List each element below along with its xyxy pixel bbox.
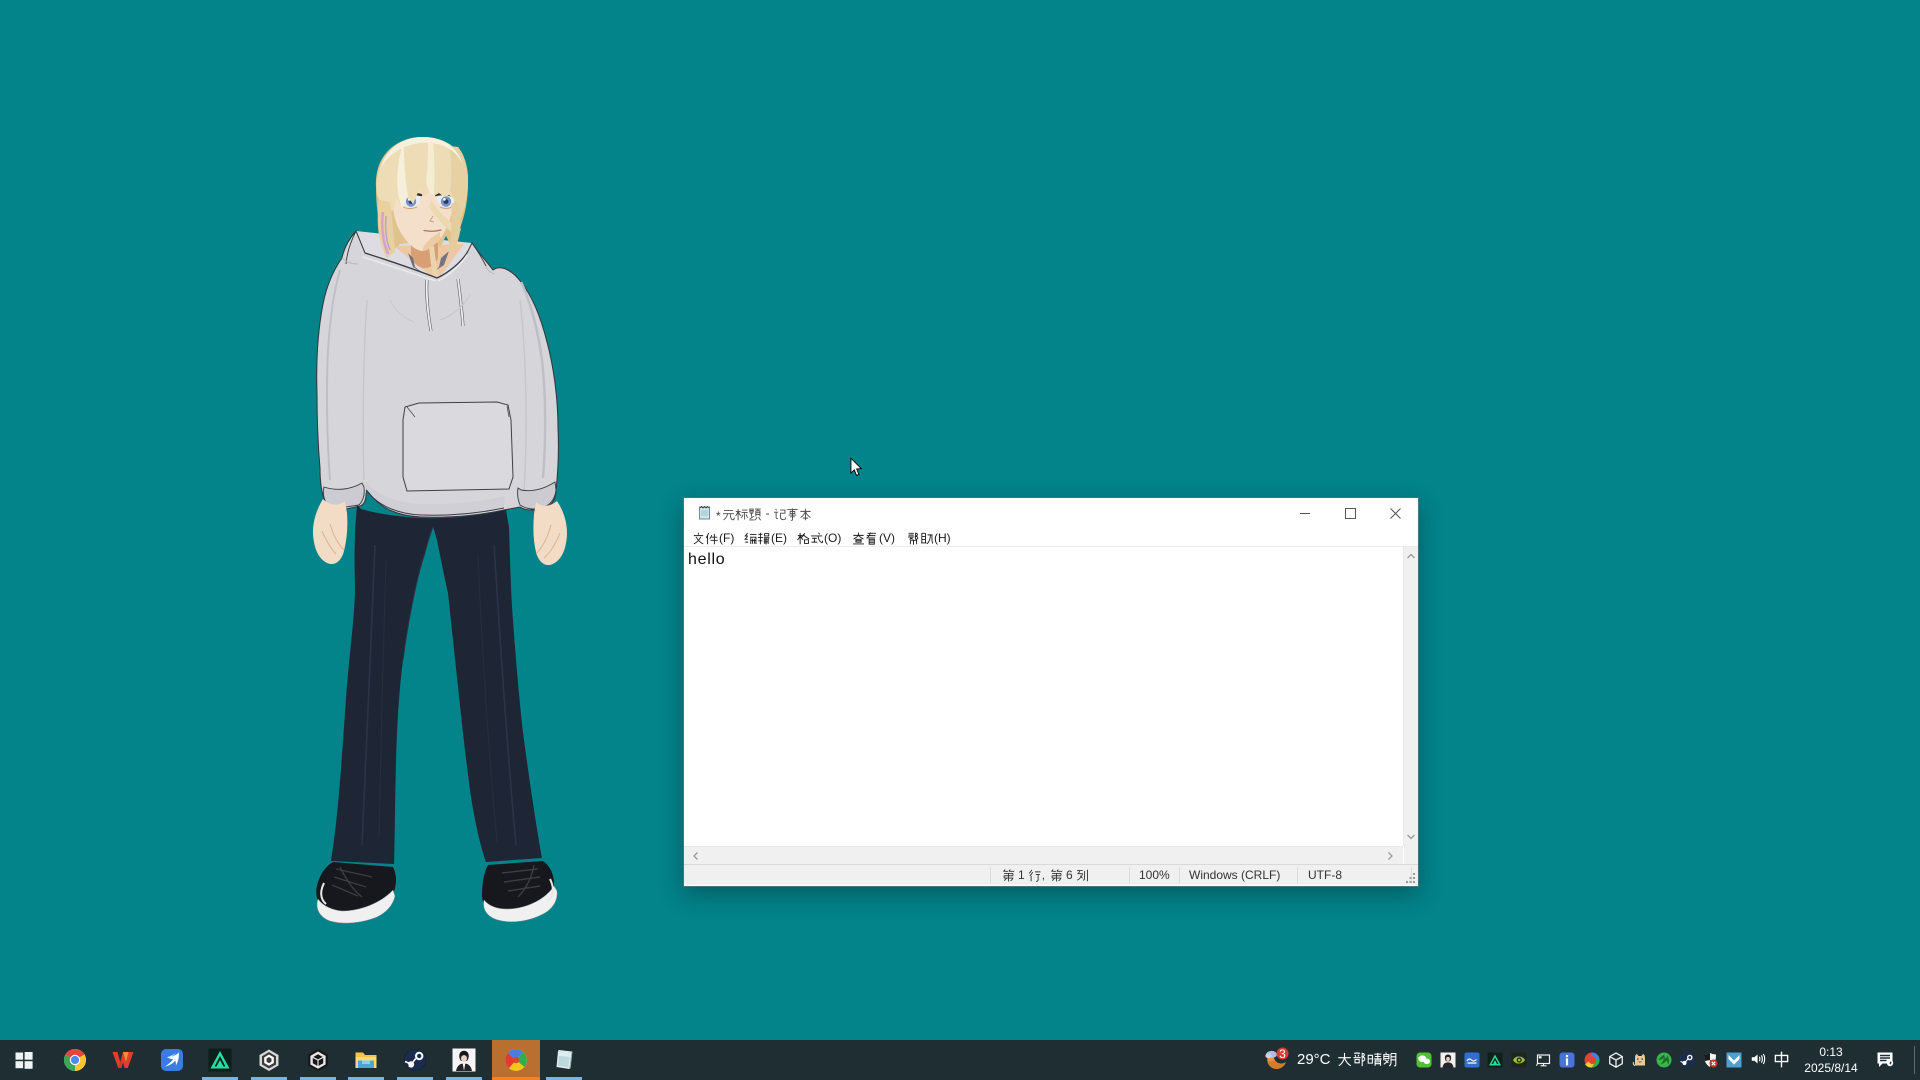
svg-text:3: 3 bbox=[1279, 1047, 1286, 1061]
